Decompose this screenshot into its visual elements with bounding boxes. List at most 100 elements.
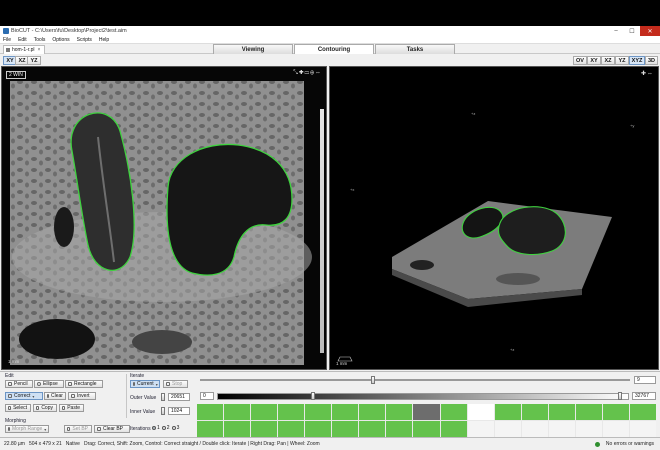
document-tab[interactable]: hom-1-r.pl ×: [3, 45, 46, 54]
range-min-field[interactable]: 0: [200, 392, 214, 400]
chevron-down-icon: ▾: [44, 426, 47, 432]
range-gradient-slider[interactable]: [217, 393, 629, 400]
edit-group-title: Edit: [5, 373, 14, 379]
view-yz-button[interactable]: YZ: [27, 56, 41, 65]
grid-cell[interactable]: [251, 404, 278, 420]
menu-bar: File Edit Tools Options Scripts Help: [0, 36, 660, 44]
close-icon[interactable]: ✕: [640, 26, 660, 36]
grid-cell[interactable]: [440, 421, 467, 437]
tab-tasks[interactable]: Tasks: [375, 44, 455, 54]
grid-cell[interactable]: [224, 421, 251, 437]
grid-cell[interactable]: [359, 404, 386, 420]
copy-button[interactable]: Copy: [33, 404, 57, 412]
pencil-button[interactable]: Pencil: [5, 380, 33, 388]
slice-iteration-grid[interactable]: [197, 404, 656, 437]
menu-file[interactable]: File: [3, 37, 11, 43]
range-max-field[interactable]: 32767: [632, 392, 656, 400]
select-icon: [8, 406, 12, 410]
view-yz-right-button[interactable]: YZ: [615, 56, 629, 65]
grid-cell[interactable]: [602, 404, 629, 420]
grid-cell[interactable]: [197, 421, 224, 437]
clear-bp-button[interactable]: Clear BP: [94, 425, 130, 433]
view-ov-button[interactable]: OV: [573, 56, 587, 65]
grid-cell[interactable]: [602, 421, 629, 437]
outer-value-slider[interactable]: [161, 393, 165, 401]
stop-button[interactable]: Stop: [163, 380, 188, 388]
grid-cell[interactable]: [521, 421, 548, 437]
grid-cell[interactable]: [467, 404, 494, 420]
grid-cell[interactable]: [386, 421, 413, 437]
maximize-icon[interactable]: ☐: [624, 26, 640, 36]
tab-viewing[interactable]: Viewing: [213, 44, 293, 54]
menu-scripts[interactable]: Scripts: [77, 37, 92, 43]
grid-cell[interactable]: [413, 421, 440, 437]
rectangle-button[interactable]: Rectangle: [65, 380, 103, 388]
slice-viewport[interactable]: 2 WIN ⤡✚▭⊕⇔ 1 mm: [1, 66, 327, 370]
grid-cell[interactable]: [440, 404, 467, 420]
grid-cell[interactable]: [575, 404, 602, 420]
stop-label: Stop: [172, 381, 183, 387]
set-bp-button[interactable]: Set BP: [64, 425, 92, 433]
menu-tools[interactable]: Tools: [34, 37, 46, 43]
grid-cell[interactable]: [629, 421, 656, 437]
menu-options[interactable]: Options: [52, 37, 69, 43]
range-upper-thumb[interactable]: [618, 392, 622, 400]
grid-cell[interactable]: [278, 421, 305, 437]
left-scale-label: 1 mm: [8, 359, 20, 364]
mode-tabs: Viewing Contouring Tasks: [213, 44, 456, 55]
view-xyz-button[interactable]: XYZ: [629, 56, 645, 65]
range-lower-thumb[interactable]: [311, 392, 315, 400]
grid-cell[interactable]: [251, 421, 278, 437]
grid-cell[interactable]: [332, 404, 359, 420]
inner-value-slider[interactable]: [161, 407, 165, 415]
morph-range-button[interactable]: Morph Range ▾: [5, 425, 49, 433]
set-bp-label: Set BP: [72, 426, 88, 432]
paste-button[interactable]: Paste: [59, 404, 84, 412]
grid-cell[interactable]: [494, 421, 521, 437]
grid-cell[interactable]: [305, 421, 332, 437]
grid-cell-current[interactable]: [413, 404, 440, 420]
iterate-current-button[interactable]: Current ▾: [130, 380, 160, 388]
view-xy-right-button[interactable]: XY: [587, 56, 601, 65]
grid-cell[interactable]: [629, 404, 656, 420]
grid-cell[interactable]: [521, 404, 548, 420]
slice-slider-thumb[interactable]: [371, 376, 375, 384]
grid-cell[interactable]: [548, 421, 575, 437]
menu-help[interactable]: Help: [99, 37, 109, 43]
grid-cell[interactable]: [575, 421, 602, 437]
select-button[interactable]: Select: [5, 404, 31, 412]
slice-slider-track[interactable]: [200, 379, 630, 381]
grid-cell[interactable]: [467, 421, 494, 437]
grid-cell[interactable]: [386, 404, 413, 420]
iterations-radio-1[interactable]: [152, 426, 156, 430]
close-tab-icon[interactable]: ×: [38, 47, 41, 53]
ellipse-button[interactable]: Ellipse: [34, 380, 64, 388]
iterations-radio-3[interactable]: [171, 426, 176, 430]
menu-edit[interactable]: Edit: [18, 37, 27, 43]
clear-button[interactable]: Clear: [44, 392, 66, 400]
grid-cell[interactable]: [548, 404, 575, 420]
invert-button[interactable]: Invert: [68, 392, 96, 400]
grid-cell[interactable]: [197, 404, 224, 420]
3d-viewport[interactable]: +z +x +y +z ✚⇔ 1 mm: [329, 66, 659, 370]
view-xz-right-button[interactable]: XZ: [601, 56, 615, 65]
minimize-icon[interactable]: –: [608, 26, 624, 36]
grid-cell[interactable]: [305, 404, 332, 420]
viewport-tools-icon[interactable]: ⤡✚▭⊕⇔: [293, 70, 322, 77]
outer-value-field[interactable]: 20651: [168, 393, 190, 401]
grid-cell[interactable]: [224, 404, 251, 420]
grid-cell[interactable]: [332, 421, 359, 437]
status-hint: Drag: Correct, Shift: Zoom, Control: Cor…: [83, 441, 320, 447]
grid-cell[interactable]: [359, 421, 386, 437]
view-3d-button[interactable]: 3D: [645, 56, 658, 65]
slice-image: [2, 67, 326, 369]
grid-cell[interactable]: [494, 404, 521, 420]
title-bar: BioCUT - C:\Users\fu\Desktop\Project2\te…: [0, 26, 660, 36]
inner-value-field[interactable]: 1024: [168, 407, 190, 415]
3d-tools-icon[interactable]: ✚⇔: [641, 70, 654, 77]
morph-range-label: Morph Range: [12, 426, 43, 432]
grid-cell[interactable]: [278, 404, 305, 420]
slice-value-field[interactable]: 9: [634, 376, 656, 384]
iterations-radio-2[interactable]: [161, 426, 166, 430]
correct-button[interactable]: Correct ▾: [5, 392, 43, 400]
